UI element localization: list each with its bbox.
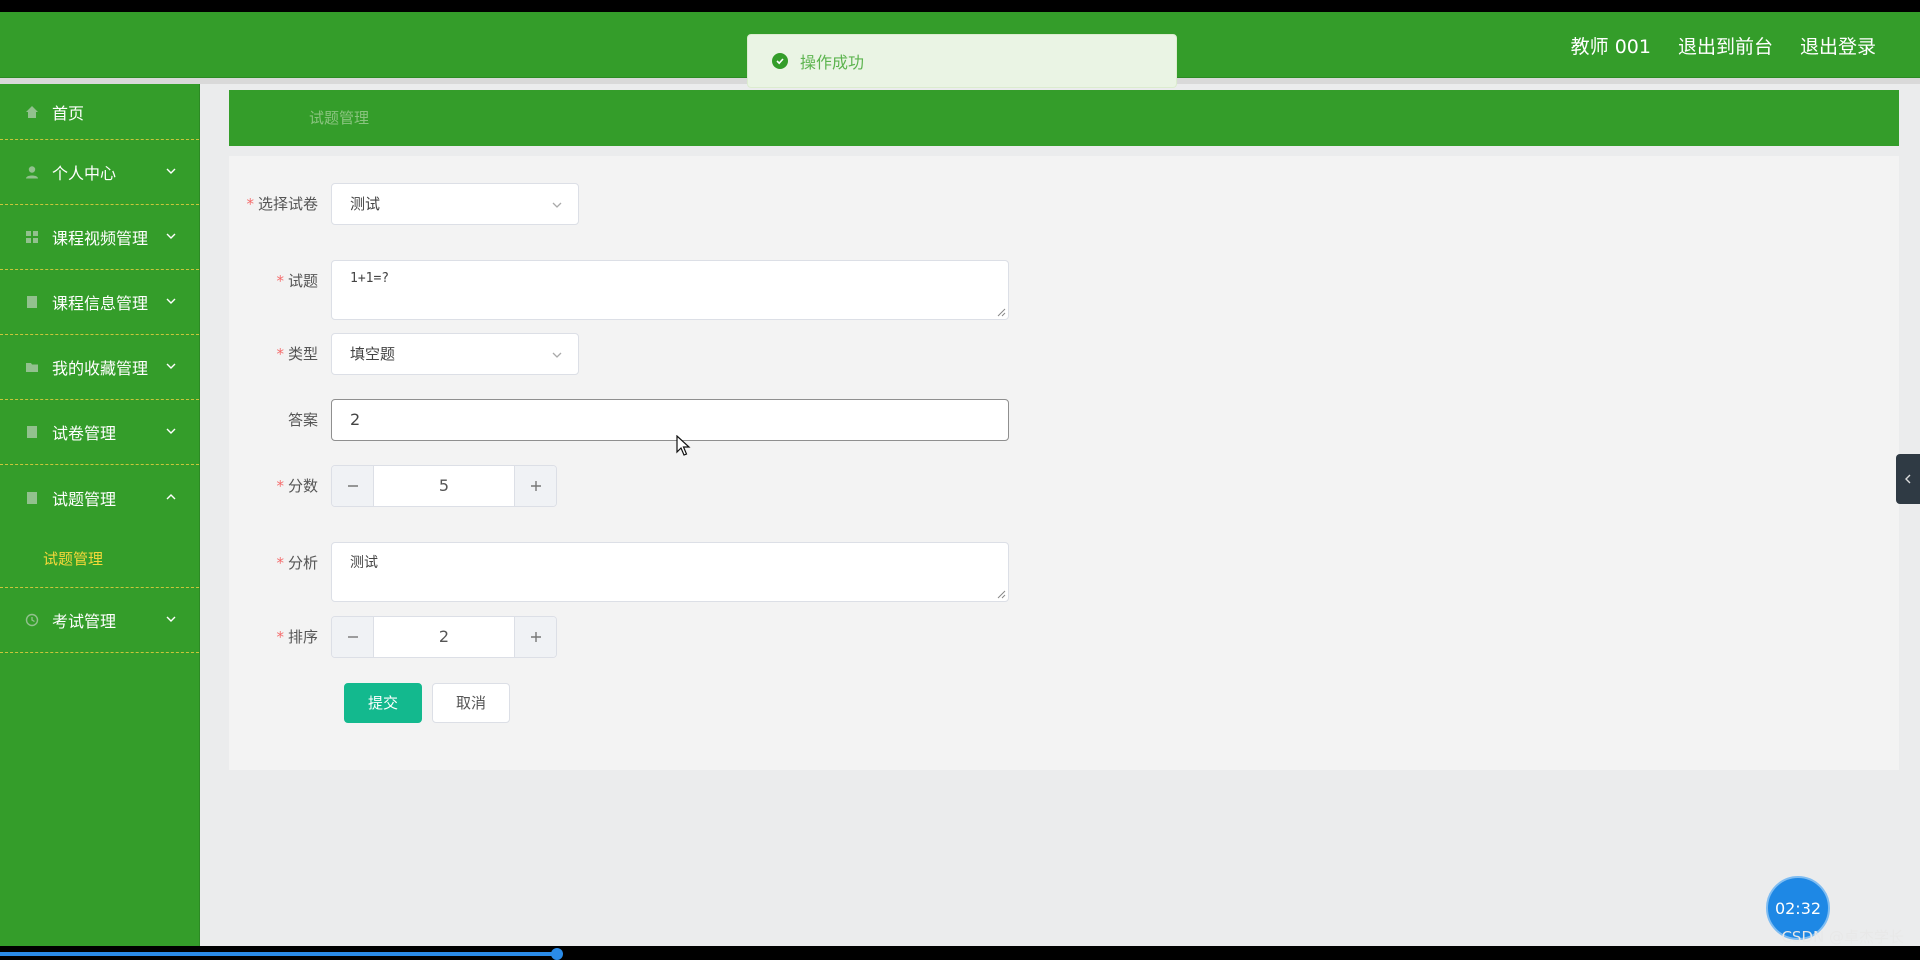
sidebar-item-personal-center[interactable]: 个人中心 [0, 140, 199, 205]
sidebar-item-label: 考试管理 [52, 612, 117, 631]
order-decrease-button[interactable] [332, 617, 374, 657]
toast-message: 操作成功 [800, 53, 865, 72]
resize-handle-icon[interactable] [996, 307, 1006, 317]
folder-icon [25, 360, 39, 374]
watermark: CSDN @卓杰学长 [1781, 928, 1904, 946]
minus-icon [347, 636, 358, 638]
app-screen: 教师 001 退出到前台 退出登录 首页 个人中心 课程视频管理 课程信息管理 … [0, 12, 1920, 946]
sidebar-item-label: 我的收藏管理 [52, 359, 149, 378]
chevron-down-icon [166, 428, 176, 434]
chevron-down-icon [166, 298, 176, 304]
sidebar-item-label: 首页 [52, 103, 85, 123]
exit-to-front-link[interactable]: 退出到前台 [1678, 32, 1773, 59]
logout-link[interactable]: 退出登录 [1800, 32, 1876, 59]
form-row-paper: * 选择试卷 测试 [229, 183, 579, 225]
chevron-down-icon [166, 363, 176, 369]
video-progress-knob[interactable] [550, 948, 563, 960]
breadcrumb-title: 试题管理 [309, 109, 370, 127]
chevron-down-icon [166, 616, 176, 622]
type-select-value: 填空题 [350, 345, 396, 363]
order-increase-button[interactable] [514, 617, 556, 657]
video-progress-bar[interactable] [0, 946, 1920, 960]
type-select[interactable]: 填空题 [331, 333, 579, 375]
submit-button[interactable]: 提交 [344, 683, 423, 723]
sidebar-item-course-info[interactable]: 课程信息管理 [0, 270, 199, 335]
chevron-down-icon [166, 168, 176, 174]
settings-drawer-toggle[interactable] [1896, 454, 1920, 504]
form-actions: 提交 取消 [344, 683, 511, 723]
order-label: * 排序 [276, 628, 318, 646]
sidebar-item-favorites[interactable]: 我的收藏管理 [0, 335, 199, 400]
sidebar-item-question-management[interactable]: 试题管理 [0, 465, 199, 530]
sidebar-item-label: 试卷管理 [52, 424, 117, 443]
clock-icon [25, 613, 39, 627]
chevron-down-icon [166, 233, 176, 239]
paper-label: * 选择试卷 [246, 195, 318, 213]
question-textarea[interactable]: 1+1=? [331, 260, 1009, 320]
analysis-label: * 分析 [276, 554, 318, 572]
grid-icon [25, 230, 39, 244]
paper-select[interactable]: 测试 [331, 183, 579, 225]
paper-select-value: 测试 [350, 195, 381, 213]
submenu-item-label: 试题管理 [43, 550, 104, 568]
sidebar-item-label: 课程信息管理 [52, 294, 149, 313]
sidebar-item-home[interactable]: 首页 [0, 84, 199, 140]
sidebar-item-paper-management[interactable]: 试卷管理 [0, 400, 199, 465]
question-label: * 试题 [276, 272, 318, 290]
success-toast: 操作成功 [747, 34, 1177, 88]
sidebar-item-course-video[interactable]: 课程视频管理 [0, 205, 199, 270]
question-text: 1+1=? [350, 271, 390, 286]
chevron-up-icon [166, 493, 176, 499]
user-icon [25, 165, 39, 179]
sidebar-item-label: 试题管理 [52, 489, 117, 509]
sidebar-item-label: 个人中心 [52, 164, 117, 183]
plus-icon [530, 481, 541, 491]
doc-icon [25, 295, 39, 309]
check-circle-icon [772, 53, 788, 69]
current-user: 教师 001 [1570, 35, 1651, 58]
home-icon [25, 105, 39, 119]
score-value[interactable]: 5 [374, 466, 514, 506]
resize-handle-icon[interactable] [996, 589, 1006, 599]
score-decrease-button[interactable] [332, 466, 374, 506]
chevron-down-icon [552, 352, 562, 358]
submenu-item-question-management[interactable]: 试题管理 [0, 530, 199, 588]
form-row-score: * 分数 5 [229, 465, 557, 507]
analysis-text: 测试 [350, 555, 378, 571]
chevron-down-icon [552, 202, 562, 208]
analysis-textarea[interactable]: 测试 [331, 542, 1009, 602]
sidebar: 首页 个人中心 课程视频管理 课程信息管理 我的收藏管理 试卷管理 试题管理 试… [0, 84, 200, 946]
cancel-button[interactable]: 取消 [432, 683, 511, 723]
sidebar-item-label: 课程视频管理 [52, 229, 149, 248]
top-links: 教师 001 退出到前台 退出登录 [1571, 12, 1876, 78]
chevron-left-icon [1905, 474, 1911, 484]
form-row-analysis: * 分析 测试 [229, 542, 1009, 602]
mouse-cursor-icon [676, 435, 691, 456]
doc-icon [25, 491, 39, 505]
form-row-answer: 答案 2 [229, 399, 1009, 441]
form-row-order: * 排序 2 [229, 616, 557, 658]
answer-label: 答案 [287, 411, 318, 429]
score-increase-button[interactable] [514, 466, 556, 506]
answer-input[interactable]: 2 [331, 399, 1009, 441]
order-value[interactable]: 2 [374, 617, 514, 657]
video-progress-fill [0, 952, 557, 956]
order-stepper[interactable]: 2 [331, 616, 557, 658]
score-label: * 分数 [276, 477, 318, 495]
score-stepper[interactable]: 5 [331, 465, 557, 507]
question-form: * 选择试卷 测试 * 试题 1+1=? * 类型 填空题 答案 2 * 分数 … [229, 156, 1899, 770]
minus-icon [347, 485, 358, 487]
doc-icon [25, 425, 39, 439]
type-label: * 类型 [276, 345, 318, 363]
sidebar-item-exam-management[interactable]: 考试管理 [0, 588, 199, 653]
form-row-type: * 类型 填空题 [229, 333, 579, 375]
plus-icon [530, 632, 541, 642]
breadcrumb: 试题管理 [229, 90, 1899, 146]
form-row-question: * 试题 1+1=? [229, 260, 1009, 320]
